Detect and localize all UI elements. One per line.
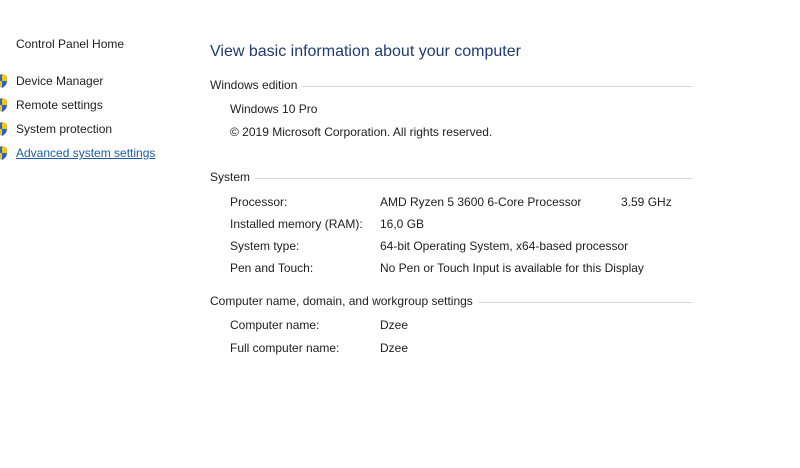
section-divider	[255, 177, 692, 179]
sidebar-item-device-manager[interactable]: Device Manager	[0, 72, 103, 90]
shield-icon	[0, 146, 7, 160]
main-content: View basic information about your comput…	[210, 0, 700, 468]
info-key: Installed memory (RAM):	[230, 217, 363, 231]
control-panel-home-link[interactable]: Control Panel Home	[16, 37, 124, 51]
info-key: Computer name:	[230, 318, 320, 332]
info-key: Full computer name:	[230, 341, 340, 355]
shield-icon	[0, 74, 7, 88]
section-divider	[302, 85, 692, 87]
info-key: Pen and Touch:	[230, 261, 314, 275]
info-value: Dzee	[380, 341, 409, 355]
section-header-system: System	[210, 170, 692, 184]
system-properties-page: Control Panel Home Device Manager Remote…	[0, 0, 800, 468]
page-title: View basic information about your comput…	[210, 43, 521, 60]
info-key: Processor:	[230, 195, 288, 209]
section-header-computer-name: Computer name, domain, and workgroup set…	[210, 294, 692, 308]
info-value: No Pen or Touch Input is available for t…	[380, 261, 644, 275]
info-key: System type:	[230, 239, 300, 253]
section-heading: System	[210, 170, 251, 184]
shield-icon	[0, 122, 7, 136]
task-pane: Control Panel Home Device Manager Remote…	[0, 0, 190, 468]
info-value: 64-bit Operating System, x64-based proce…	[380, 239, 629, 253]
sidebar-item-remote-settings[interactable]: Remote settings	[0, 96, 103, 114]
info-value: AMD Ryzen 5 3600 6-Core Processor	[380, 195, 582, 209]
windows-edition-value: Windows 10 Pro	[230, 102, 318, 116]
sidebar-item-label: Remote settings	[16, 98, 103, 112]
info-value: 16,0 GB	[380, 217, 425, 231]
shield-icon	[0, 98, 7, 112]
sidebar-item-advanced-system-settings[interactable]: Advanced system settings	[0, 144, 155, 162]
copyright-text: © 2019 Microsoft Corporation. All rights…	[230, 125, 493, 139]
section-heading: Windows edition	[210, 78, 298, 92]
section-divider	[477, 301, 692, 303]
processor-speed: 3.59 GHz	[621, 195, 672, 209]
sidebar-item-label: Device Manager	[16, 74, 104, 88]
section-heading: Computer name, domain, and workgroup set…	[210, 294, 473, 308]
info-value: Dzee	[380, 318, 409, 332]
section-header-windows-edition: Windows edition	[210, 78, 692, 92]
sidebar-item-label: Advanced system settings	[16, 146, 156, 160]
sidebar-item-label: System protection	[16, 122, 113, 136]
sidebar-item-system-protection[interactable]: System protection	[0, 120, 112, 138]
